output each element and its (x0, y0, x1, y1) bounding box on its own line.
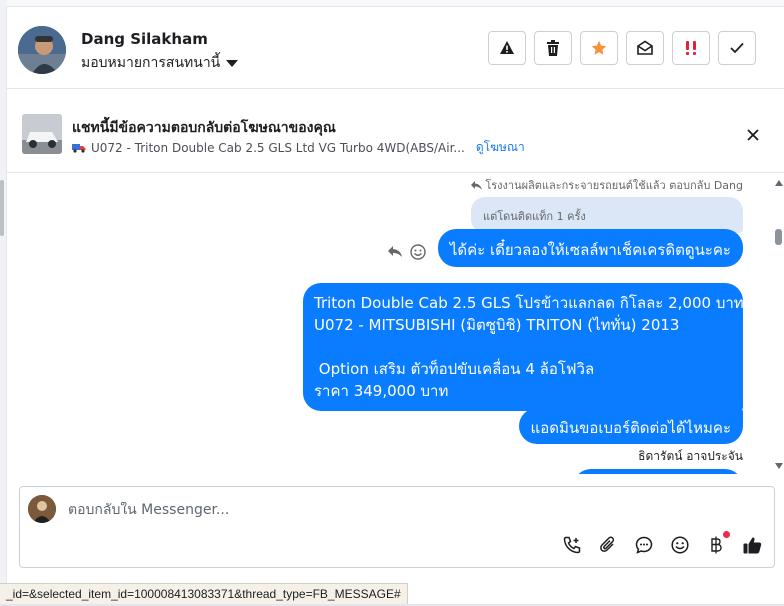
assign-conversation-dropdown[interactable]: มอบหมายการสนทนานี้ (81, 52, 239, 74)
message-text-line: Option เสริม ตัวท็อปขับเคลื่อน 4 ล้อโฟวิ… (314, 360, 595, 378)
delete-button[interactable] (534, 31, 572, 65)
thumbs-up-icon (743, 537, 761, 554)
left-scroll-handle[interactable] (0, 180, 4, 236)
message-text: แอดมินขอเบอร์ติดต่อได้ไหมคะ (530, 419, 731, 437)
page-avatar (28, 495, 56, 523)
message-composer (19, 486, 775, 568)
notification-dot (723, 531, 730, 538)
browser-status-url: _id=&selected_item_id=100008413083371&th… (0, 583, 408, 606)
mark-done-button[interactable] (718, 31, 756, 65)
double-exclamation-icon (686, 41, 696, 55)
quoted-message-text: แต่โดนติดแท็ก 1 ครั้ง (483, 210, 586, 223)
reply-context: โรงงานผลิตและกระจายรถยนต์ใช้แล้ว ตอบกลับ… (471, 176, 743, 194)
message-text-line (314, 336, 732, 358)
scroll-up-arrow-icon[interactable] (775, 180, 783, 186)
assign-label: มอบหมายการสนทนานี้ (81, 55, 221, 71)
scrollbar-thumb[interactable] (775, 229, 782, 245)
reply-context-text: โรงงานผลิตและกระจายรถยนต์ใช้แล้ว ตอบกลับ… (485, 179, 743, 192)
ad-product-name: U072 - Triton Double Cab 2.5 GLS Ltd VG … (91, 140, 465, 155)
star-button[interactable] (580, 31, 618, 65)
composer-tools (560, 531, 764, 557)
sent-message[interactable]: Triton Double Cab 2.5 GLS โปรข้าวแลกลด ก… (303, 283, 744, 411)
check-icon (730, 42, 744, 54)
chat-bubble-icon (635, 536, 653, 554)
open-envelope-icon (637, 40, 653, 55)
phone-add-icon (563, 536, 581, 554)
saved-replies-button[interactable] (632, 533, 656, 557)
sent-message[interactable]: แอดมินขอเบอร์ติดต่อได้ไหมคะ (518, 408, 743, 444)
mark-spam-button[interactable] (488, 31, 526, 65)
react-emoji-icon[interactable] (410, 244, 426, 260)
emoji-icon (671, 536, 689, 554)
conversation-actions (488, 31, 756, 65)
reply-arrow-icon (471, 180, 483, 190)
sent-message-partial[interactable] (573, 469, 743, 474)
follow-up-button[interactable] (672, 31, 710, 65)
caret-down-icon (226, 59, 239, 67)
quoted-message[interactable]: แต่โดนติดแท็ก 1 ครั้ง (471, 197, 743, 233)
reply-icon[interactable] (388, 246, 402, 258)
star-icon (591, 40, 607, 55)
emoji-button[interactable] (668, 533, 692, 557)
mark-unread-button[interactable] (626, 31, 664, 65)
ad-thumbnail[interactable] (22, 114, 62, 154)
message-text-line: U072 - MITSUBISHI (มิตซูบิชิ) TRITON (ไท… (314, 316, 680, 334)
like-button[interactable] (740, 533, 764, 557)
ad-reply-banner: แชทนี้มีข้อความตอบกลับต่อโฆษณาของคุณ U07… (6, 96, 784, 173)
baht-icon (711, 536, 722, 554)
scroll-down-arrow-icon[interactable] (775, 463, 783, 469)
ad-banner-title: แชทนี้มีข้อความตอบกลับต่อโฆษณาของคุณ (72, 120, 336, 136)
attach-button[interactable] (596, 533, 620, 557)
message-text: ได้ค่ะ เดี๋ยวลองให้เซลล์พาเช็คเครดิตดูนะ… (449, 241, 731, 259)
sent-message[interactable]: ได้ค่ะ เดี๋ยวลองให้เซลล์พาเช็คเครดิตดูนะ… (437, 229, 743, 267)
user-avatar[interactable] (18, 26, 66, 74)
thread-scrollbar[interactable] (772, 176, 784, 472)
top-divider (6, 0, 784, 7)
message-text-line: Triton Double Cab 2.5 GLS โปรข้าวแลกลด ก… (314, 294, 744, 312)
message-thread: โรงงานผลิตและกระจายรถยนต์ใช้แล้ว ตอบกลับ… (6, 174, 770, 474)
message-text-line: ราคา 349,000 บาท (314, 382, 449, 400)
trash-icon (547, 40, 559, 56)
ad-product-line: U072 - Triton Double Cab 2.5 GLS Ltd VG … (72, 138, 525, 157)
conversation-header: Dang Silakham มอบหมายการสนทนานี้ (6, 8, 784, 89)
truck-icon (72, 144, 86, 153)
close-icon (747, 129, 759, 141)
phone-add-button[interactable] (560, 533, 584, 557)
message-hover-tools (388, 244, 426, 260)
paperclip-icon (600, 536, 615, 552)
messenger-inbox-view: Dang Silakham มอบหมายการสนทนานี้ แชทนี้ม… (0, 0, 784, 606)
reply-input[interactable] (68, 502, 668, 518)
alert-triangle-icon (500, 41, 514, 54)
sender-name: ธิดารัตน์ อาจประจัน (638, 449, 743, 463)
payment-button[interactable] (704, 531, 730, 557)
view-ad-link[interactable]: ดูโฆษณา (476, 138, 525, 157)
user-name[interactable]: Dang Silakham (81, 30, 208, 48)
close-banner-button[interactable] (742, 124, 764, 146)
